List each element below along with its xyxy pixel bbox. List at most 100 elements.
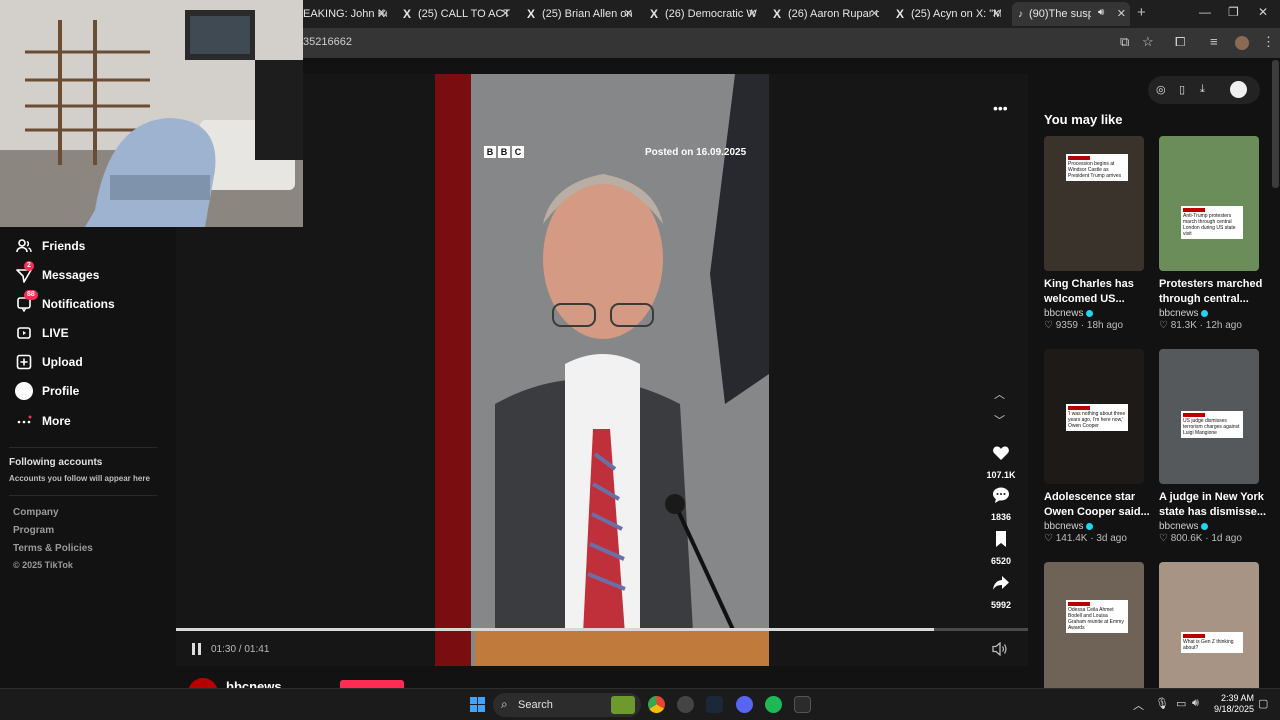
video-thumbnail[interactable]: What is Gen Z thinking about? xyxy=(1159,562,1259,697)
chrome-icon[interactable] xyxy=(648,696,665,713)
system-clock[interactable]: 2:39 AM 9/18/2025 xyxy=(1210,693,1254,715)
sidebar-item-more[interactable]: More xyxy=(15,410,71,432)
app-icon[interactable] xyxy=(677,696,694,713)
card-title[interactable]: Protesters marched through central... xyxy=(1159,277,1267,307)
previous-video-button[interactable]: ︿ xyxy=(994,386,1005,402)
follow-button[interactable] xyxy=(340,680,404,688)
restore-icon[interactable]: ❐ xyxy=(1228,5,1239,19)
volume-tray-icon[interactable]: 🔊︎ xyxy=(1192,697,1199,710)
new-tab-button[interactable]: + xyxy=(1137,4,1146,21)
footer-link-program[interactable]: Program xyxy=(13,525,54,536)
video-card[interactable]: What is Gen Z thinking about? xyxy=(1159,562,1267,697)
sidebar-item-messages[interactable]: 2 Messages xyxy=(15,261,99,286)
next-video-button[interactable]: ﹀ xyxy=(994,412,1005,428)
video-thumbnail[interactable]: US judge dismisses terrorism charges aga… xyxy=(1159,349,1259,484)
meta-separator: · xyxy=(1202,533,1212,544)
close-icon[interactable]: ✕ xyxy=(992,7,1001,20)
video-thumbnail[interactable]: Procession begins at Windsor Castle as P… xyxy=(1044,136,1144,271)
video-frame[interactable]: B B C Posted on 16.09.2025 xyxy=(435,74,769,666)
tab-title: (26) Aaron Rupar on xyxy=(788,8,879,20)
card-author: bbcnews xyxy=(1044,521,1084,532)
more-options-icon[interactable]: ••• xyxy=(993,100,1008,116)
browser-tab[interactable]: X (26) Democratic Win ✕ xyxy=(650,2,757,26)
speaker-icon[interactable]: 🔊︎ xyxy=(1098,7,1104,18)
browser-tab[interactable]: X (26) Aaron Rupar on ✕ xyxy=(773,2,879,26)
video-thumbnail[interactable]: Odessa Ceila Ahmet Bodell and Louisa Gra… xyxy=(1044,562,1144,697)
windows-start-icon[interactable] xyxy=(470,697,485,712)
browser-tab[interactable]: EAKING: John Ken ✕ xyxy=(303,2,387,26)
author-avatar[interactable] xyxy=(188,678,218,688)
minimize-icon[interactable]: — xyxy=(1199,5,1211,19)
card-author-row[interactable]: bbcnews xyxy=(1044,308,1152,319)
footer-link-company[interactable]: Company xyxy=(13,507,59,518)
video-card[interactable]: Odessa Ceila Ahmet Bodell and Louisa Gra… xyxy=(1044,562,1152,697)
close-icon[interactable]: ✕ xyxy=(501,7,510,20)
sidebar-item-live[interactable]: LIVE xyxy=(15,322,69,344)
network-icon[interactable]: ▭ xyxy=(1176,697,1186,710)
browser-tab[interactable]: X (25) CALL TO ACT ✕ xyxy=(403,2,510,26)
close-window-icon[interactable]: ✕ xyxy=(1258,5,1268,19)
video-card[interactable]: US judge dismisses terrorism charges aga… xyxy=(1159,349,1267,544)
video-card[interactable]: 'I was nothing about three years ago, I'… xyxy=(1044,349,1152,544)
steam-icon[interactable] xyxy=(706,696,723,713)
like-button[interactable]: 107.1K xyxy=(982,444,1020,480)
url-field[interactable]: 35216662 xyxy=(303,36,352,48)
browser-tab[interactable]: X (25) Brian Allen on X: ✕ xyxy=(527,2,633,26)
volume-icon[interactable] xyxy=(992,642,1008,656)
video-thumbnail[interactable]: Anti-Trump protesters march through cent… xyxy=(1159,136,1259,271)
capcut-icon[interactable] xyxy=(794,696,811,713)
cast-icon[interactable]: ⧉ xyxy=(1120,34,1129,50)
sidebar-item-upload[interactable]: Upload xyxy=(15,351,83,373)
card-title[interactable]: Adolescence star Owen Cooper said... xyxy=(1044,490,1152,520)
share-button[interactable]: 5992 xyxy=(982,574,1020,610)
user-avatar[interactable] xyxy=(1230,81,1247,98)
upload-icon xyxy=(15,353,33,371)
save-button[interactable]: 6520 xyxy=(982,530,1020,566)
sidebar-item-notifications[interactable]: 88 Notifications xyxy=(15,290,115,315)
compass-icon[interactable]: ◎ xyxy=(1156,83,1166,96)
download-icon[interactable]: ⤓ xyxy=(1200,83,1205,96)
meta-separator: · xyxy=(1087,533,1097,544)
video-progress-bar[interactable] xyxy=(176,628,1028,631)
scrollbar[interactable] xyxy=(1272,60,1279,188)
close-icon[interactable]: ✕ xyxy=(748,7,757,20)
close-icon[interactable]: ✕ xyxy=(624,7,633,20)
card-age: 12h ago xyxy=(1205,320,1242,331)
close-icon[interactable]: ✕ xyxy=(1117,7,1126,20)
video-player[interactable]: B B C Posted on 16.09.2025 ••• ︿ ﹀ 107.1… xyxy=(176,74,1028,666)
sidebar-item-friends[interactable]: Friends xyxy=(15,235,85,257)
pause-icon[interactable] xyxy=(192,643,202,655)
tab-title: (25) CALL TO ACT xyxy=(418,8,510,20)
close-icon[interactable]: ✕ xyxy=(870,7,879,20)
video-card[interactable]: Procession begins at Windsor Castle as P… xyxy=(1044,136,1152,331)
bookmark-star-icon[interactable]: ☆ xyxy=(1142,34,1154,50)
browser-menu-icon[interactable]: ⋮ xyxy=(1262,34,1275,50)
footer-link-terms[interactable]: Terms & Policies xyxy=(13,543,93,554)
card-author-row[interactable]: bbcnews xyxy=(1044,521,1152,532)
browser-tab-active[interactable]: ♪ (90)The suspecte 🔊︎ ✕ xyxy=(1012,2,1130,26)
card-title[interactable]: A judge in New York state has dismisse..… xyxy=(1159,490,1267,520)
extensions-icon[interactable]: ⧠ xyxy=(1175,34,1185,50)
notifications-icon: 88 xyxy=(15,290,38,313)
sidebar-item-profile[interactable]: Profile xyxy=(15,380,79,402)
card-title[interactable]: King Charles has welcomed US... xyxy=(1044,277,1152,307)
messages-badge: 2 xyxy=(24,261,34,271)
notification-center-icon[interactable]: ▢ xyxy=(1258,697,1268,710)
browser-profile-avatar[interactable] xyxy=(1235,36,1249,50)
tray-overflow-icon[interactable]: ︿ xyxy=(1133,697,1144,713)
spotify-icon[interactable] xyxy=(765,696,782,713)
video-thumbnail[interactable]: 'I was nothing about three years ago, I'… xyxy=(1044,349,1144,484)
verified-icon xyxy=(1201,310,1209,317)
close-icon[interactable]: ✕ xyxy=(378,7,387,20)
card-author-row[interactable]: bbcnews xyxy=(1159,308,1267,319)
browser-tab[interactable]: X (25) Acyn on X: "Mos ✕ xyxy=(896,2,1001,26)
video-card[interactable]: Anti-Trump protesters march through cent… xyxy=(1159,136,1267,331)
author-name[interactable]: bbcnews xyxy=(226,679,282,688)
comment-button[interactable]: 1836 xyxy=(982,486,1020,522)
microphone-icon[interactable]: 🎙︎ xyxy=(1155,697,1169,710)
taskbar-search[interactable]: ⌕ Search xyxy=(493,693,641,717)
card-author-row[interactable]: bbcnews xyxy=(1159,521,1267,532)
discord-icon[interactable] xyxy=(736,696,753,713)
reading-list-icon[interactable]: ≡ xyxy=(1210,34,1218,49)
device-icon[interactable]: ▯ xyxy=(1179,83,1185,96)
